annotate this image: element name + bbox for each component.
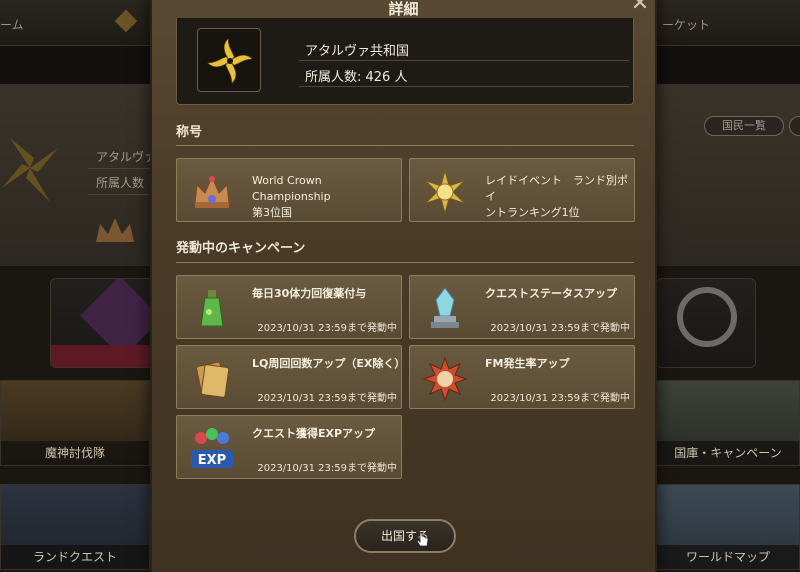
detail-modal: 詳細 ✕ アタルヴァ共和国 所属人数: 426 人 称号 World Crown…	[150, 0, 657, 572]
nav-market-label[interactable]: ーケット	[662, 16, 710, 33]
raid-card[interactable]: 魔神討伐隊	[0, 380, 150, 466]
hand-cursor-icon	[416, 532, 429, 548]
campaign-title: FM発生率アップ	[485, 357, 570, 370]
campaign-until: 2023/10/31 23:59まで発動中	[257, 393, 397, 404]
event-banner-right[interactable]	[656, 278, 756, 368]
campaign-until: 2023/10/31 23:59まで発動中	[257, 463, 397, 474]
modal-title: 詳細	[388, 0, 419, 18]
nation-member-count: 所属人数: 426 人	[305, 70, 408, 85]
divider	[299, 86, 629, 87]
title-item-line1: レイドイベント ランド別ポイ	[485, 174, 628, 203]
campaign-item: LQ周回回数アップ（EX除く） 2023/10/31 23:59まで発動中	[176, 345, 406, 409]
title-item: レイドイベント ランド別ポイ ントランキング1位	[409, 158, 635, 222]
land-quest-card[interactable]: ランドクエスト	[0, 484, 150, 570]
campaign-title: 毎日30体力回復薬付与	[252, 287, 367, 300]
divider	[299, 60, 629, 61]
nation-info-box: アタルヴァ共和国 所属人数: 426 人	[176, 18, 634, 105]
crown-icon	[189, 169, 235, 215]
gold-star-medal-icon	[422, 169, 468, 215]
treasury-campaign-card[interactable]: 国庫・キャンペーン	[656, 380, 800, 466]
bg-crown-icon	[92, 212, 138, 248]
campaign-item: クエストステータスアップ 2023/10/31 23:59まで発動中	[409, 275, 635, 339]
green-potion-icon	[189, 286, 235, 332]
title-item-line2: 第3位国	[252, 206, 292, 219]
banner-strip	[51, 345, 159, 367]
depart-nation-button[interactable]: 出国する	[354, 519, 456, 553]
banner-art	[677, 287, 737, 347]
bg-emblem	[0, 128, 60, 208]
title-item-line2: ントランキング1位	[485, 206, 580, 219]
campaign-title: クエストステータスアップ	[485, 287, 617, 300]
gold-star-emblem-icon	[197, 28, 261, 92]
campaign-title: クエスト獲得EXPアップ	[252, 427, 376, 440]
world-map-card-label: ワールドマップ	[657, 545, 799, 569]
campaign-item: EXP クエスト獲得EXPアップ 2023/10/31 23:59まで発動中	[176, 415, 402, 479]
title-item-text: レイドイベント ランド別ポイ ントランキング1位	[485, 173, 633, 221]
treasury-card-label: 国庫・キャンペーン	[657, 441, 799, 465]
exp-orbs-icon: EXP	[189, 426, 235, 472]
titles-heading: 称号	[176, 125, 203, 140]
event-banner-left[interactable]	[50, 278, 160, 368]
cards-icon	[189, 356, 235, 402]
title-item-text: World Crown Championship 第3位国	[252, 173, 400, 221]
red-gear-emblem-icon	[422, 356, 468, 402]
campaign-title: LQ周回回数アップ（EX除く）	[252, 357, 406, 370]
bg-member-count: 所属人数	[96, 176, 145, 190]
campaign-item: FM発生率アップ 2023/10/31 23:59まで発動中	[409, 345, 635, 409]
campaign-item: 毎日30体力回復薬付与 2023/10/31 23:59まで発動中	[176, 275, 402, 339]
divider	[176, 145, 634, 146]
title-item: World Crown Championship 第3位国	[176, 158, 402, 222]
nav-item-icon	[114, 9, 138, 33]
nation-name: アタルヴァ共和国	[305, 44, 410, 59]
svg-text:EXP: EXP	[198, 453, 226, 468]
title-item-line1: World Crown Championship	[252, 174, 331, 203]
campaign-until: 2023/10/31 23:59まで発動中	[257, 323, 397, 334]
campaign-until: 2023/10/31 23:59まで発動中	[490, 323, 630, 334]
bg-nation-name: アタルヴァ	[96, 150, 157, 164]
divider	[176, 262, 634, 263]
citizens-list-button[interactable]: 国民一覧	[704, 116, 784, 136]
close-icon[interactable]: ✕	[628, 0, 652, 16]
raid-card-label: 魔神討伐隊	[1, 441, 149, 465]
crystal-pedestal-icon	[422, 286, 468, 332]
secondary-button[interactable]	[789, 116, 800, 136]
land-quest-card-label: ランドクエスト	[1, 545, 149, 569]
nav-home-label[interactable]: ーム	[0, 16, 24, 33]
campaign-heading: 発動中のキャンペーン	[176, 241, 306, 256]
world-map-card[interactable]: ワールドマップ	[656, 484, 800, 570]
campaign-until: 2023/10/31 23:59まで発動中	[490, 393, 630, 404]
